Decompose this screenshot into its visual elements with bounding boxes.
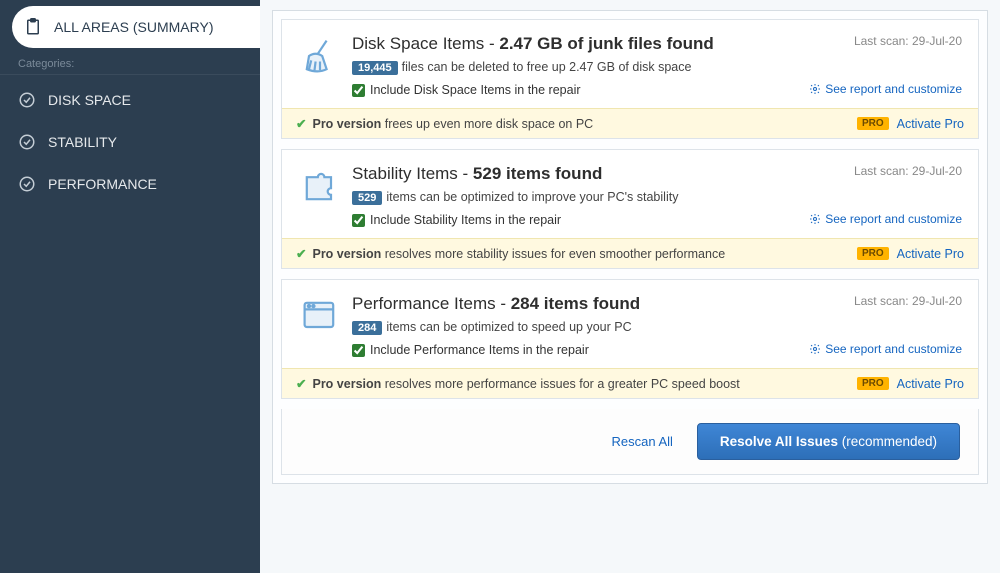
count-badge: 529 xyxy=(352,191,382,205)
see-report-link[interactable]: See report and customize xyxy=(809,212,962,226)
last-scan-label: Last scan: 29-Jul-20 xyxy=(762,34,962,48)
sidebar-item-label: STABILITY xyxy=(48,134,117,150)
include-checkbox-row[interactable]: Include Performance Items in the repair xyxy=(352,343,762,357)
include-checkbox[interactable] xyxy=(352,214,365,227)
rescan-all-link[interactable]: Rescan All xyxy=(611,434,672,449)
sidebar-item-performance[interactable]: PERFORMANCE xyxy=(0,163,260,205)
activate-pro-link[interactable]: Activate Pro xyxy=(897,117,964,131)
sidebar-item-label: PERFORMANCE xyxy=(48,176,157,192)
card-title: Performance Items - 284 items found xyxy=(352,294,762,314)
clipboard-icon xyxy=(24,18,42,36)
gear-icon xyxy=(809,343,821,355)
activate-pro-link[interactable]: Activate Pro xyxy=(897,377,964,391)
broom-icon xyxy=(298,65,342,82)
include-checkbox[interactable] xyxy=(352,344,365,357)
checkmark-icon: ✔ xyxy=(296,376,306,391)
check-circle-icon xyxy=(18,133,36,151)
card-title: Disk Space Items - 2.47 GB of junk files… xyxy=(352,34,762,54)
check-circle-icon xyxy=(18,175,36,193)
card-subline: 19,445files can be deleted to free up 2.… xyxy=(352,60,762,75)
gear-icon xyxy=(809,213,821,225)
categories-label: Categories: xyxy=(0,48,260,75)
check-circle-icon xyxy=(18,91,36,109)
pro-badge: PRO xyxy=(857,247,889,260)
resolve-all-button[interactable]: Resolve All Issues (recommended) xyxy=(697,423,960,460)
window-icon xyxy=(298,325,342,342)
sidebar-item-stability[interactable]: STABILITY xyxy=(0,121,260,163)
card-title: Stability Items - 529 items found xyxy=(352,164,762,184)
last-scan-label: Last scan: 29-Jul-20 xyxy=(762,164,962,178)
checkmark-icon: ✔ xyxy=(296,246,306,261)
activate-pro-link[interactable]: Activate Pro xyxy=(897,247,964,261)
card-performance: Performance Items - 284 items found 284i… xyxy=(281,279,979,399)
include-checkbox-row[interactable]: Include Stability Items in the repair xyxy=(352,213,762,227)
pro-upsell-bar: ✔ Pro version resolves more stability is… xyxy=(282,238,978,268)
pro-badge: PRO xyxy=(857,377,889,390)
sidebar-item-label: ALL AREAS (SUMMARY) xyxy=(54,19,214,35)
pro-upsell-bar: ✔ Pro version frees up even more disk sp… xyxy=(282,108,978,138)
sidebar-item-all-areas[interactable]: ALL AREAS (SUMMARY) xyxy=(12,6,260,48)
checkmark-icon: ✔ xyxy=(296,116,306,131)
include-checkbox-row[interactable]: Include Disk Space Items in the repair xyxy=(352,83,762,97)
puzzle-icon xyxy=(298,195,342,212)
card-subline: 529items can be optimized to improve you… xyxy=(352,190,762,205)
footer-action-bar: Rescan All Resolve All Issues (recommend… xyxy=(281,409,979,475)
card-stability: Stability Items - 529 items found 529ite… xyxy=(281,149,979,269)
pro-upsell-bar: ✔ Pro version resolves more performance … xyxy=(282,368,978,398)
last-scan-label: Last scan: 29-Jul-20 xyxy=(762,294,962,308)
pro-badge: PRO xyxy=(857,117,889,130)
see-report-link[interactable]: See report and customize xyxy=(809,342,962,356)
see-report-link[interactable]: See report and customize xyxy=(809,82,962,96)
sidebar: ALL AREAS (SUMMARY) Categories: DISK SPA… xyxy=(0,0,260,573)
card-subline: 284items can be optimized to speed up yo… xyxy=(352,320,762,335)
main-panel: Disk Space Items - 2.47 GB of junk files… xyxy=(260,0,1000,573)
sidebar-item-label: DISK SPACE xyxy=(48,92,131,108)
card-disk-space: Disk Space Items - 2.47 GB of junk files… xyxy=(281,19,979,139)
include-checkbox[interactable] xyxy=(352,84,365,97)
count-badge: 284 xyxy=(352,321,382,335)
sidebar-item-disk-space[interactable]: DISK SPACE xyxy=(0,79,260,121)
count-badge: 19,445 xyxy=(352,61,398,75)
gear-icon xyxy=(809,83,821,95)
